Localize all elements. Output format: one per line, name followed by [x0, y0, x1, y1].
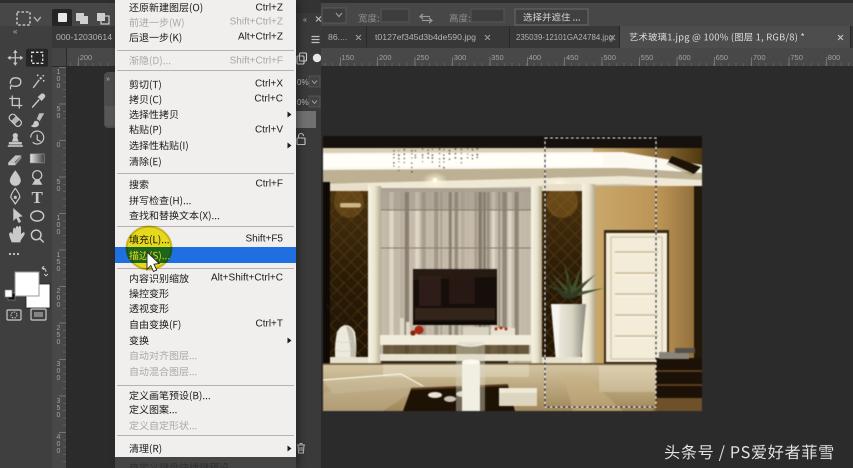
svg-text:T: T — [32, 188, 44, 207]
svg-text:«: « — [13, 27, 18, 36]
svg-text:0%: 0% — [297, 78, 309, 87]
svg-text:0%: 0% — [297, 98, 309, 107]
svg-text:«: « — [303, 17, 307, 24]
